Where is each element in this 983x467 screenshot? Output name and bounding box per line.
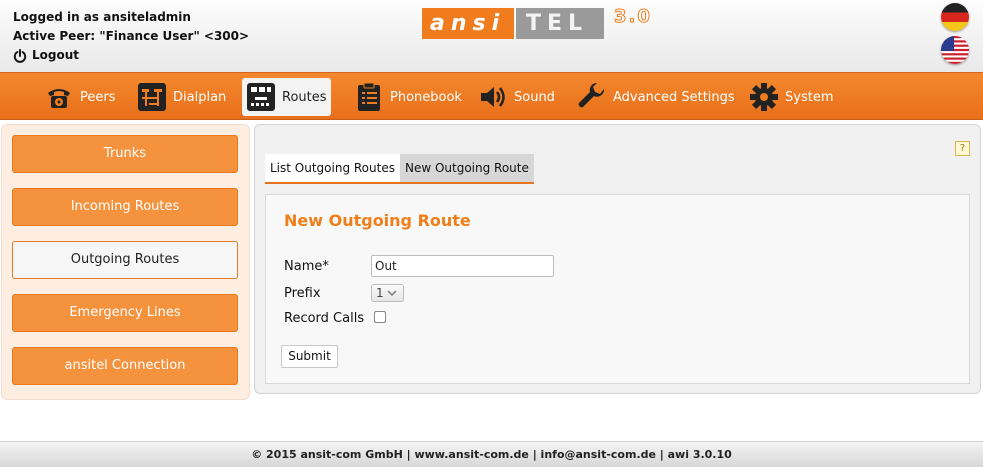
phone-icon [48,89,70,108]
nav-label-routes: Routes [282,89,327,105]
clipboard-icon [358,82,380,111]
form-title: New Outgoing Route [284,211,471,230]
logout-button[interactable]: Logout [13,46,249,65]
sidebar-item-outgoing-routes[interactable]: Outgoing Routes [12,241,238,279]
dialplan-icon [138,83,166,111]
main-panel: ? List Outgoing Routes New Outgoing Rout… [254,124,981,394]
user-info: Logged in as ansiteladmin Active Peer: "… [13,8,249,65]
logout-label: Logout [32,48,80,62]
route-form: New Outgoing Route Name* Prefix 1 Record… [265,194,970,384]
gear-icon [750,83,778,111]
sidebar-item-incoming-routes[interactable]: Incoming Routes [12,188,238,226]
record-calls-checkbox[interactable] [374,311,386,323]
nav-item-peers[interactable]: Peers [40,78,120,116]
tab-new-outgoing-route[interactable]: New Outgoing Route [399,154,534,182]
tab-list-outgoing-routes[interactable]: List Outgoing Routes [265,154,400,182]
logo-ansi: ansi [422,7,514,39]
logged-in-text: Logged in as ansiteladmin [13,10,191,24]
sidebar: Trunks Incoming Routes Outgoing Routes E… [1,124,250,400]
help-icon[interactable]: ? [955,141,970,156]
logo-tel: TEL [516,7,604,39]
nav-label-advanced-settings: Advanced Settings [613,89,735,105]
sidebar-item-emergency-lines[interactable]: Emergency Lines [12,294,238,332]
nav-item-phonebook[interactable]: Phonebook [350,78,466,116]
nav-label-peers: Peers [80,89,116,105]
logo: ansi TEL 3.0 [422,5,652,39]
nav-item-sound[interactable]: Sound [474,78,559,116]
nav-label-dialplan: Dialplan [173,89,227,105]
logo-version: 3.0 [614,5,652,27]
sidebar-item-trunks[interactable]: Trunks [12,135,238,173]
german-flag-icon[interactable] [941,3,969,31]
name-input[interactable] [371,255,554,277]
nav-label-phonebook: Phonebook [390,89,462,105]
name-label: Name* [284,259,329,274]
nav-item-system[interactable]: System [745,78,837,116]
prefix-select[interactable]: 1 [371,284,404,302]
active-peer-text: Active Peer: "Finance User" <300> [13,29,250,43]
wrench-icon [578,82,605,108]
prefix-value: 1 [376,286,384,300]
tab-bar: List Outgoing Routes New Outgoing Route [265,154,534,184]
sidebar-item-ansitel-connection[interactable]: ansitel Connection [12,347,238,385]
prefix-label: Prefix [284,286,321,301]
main-nav: Peers Dialplan Routes Phonebook Sound Ad… [0,72,983,120]
routes-icon [247,83,275,111]
nav-label-sound: Sound [514,89,555,105]
header: Logged in as ansiteladmin Active Peer: "… [0,0,983,72]
speaker-icon [481,87,505,107]
footer: © 2015 ansit-com GmbH | www.ansit-com.de… [0,441,983,467]
chevron-down-icon [387,290,397,297]
nav-item-dialplan[interactable]: Dialplan [133,78,230,116]
nav-label-system: System [785,89,834,105]
nav-item-advanced-settings[interactable]: Advanced Settings [573,78,739,116]
record-calls-label: Record Calls [284,311,365,326]
submit-button[interactable]: Submit [281,345,338,368]
nav-item-routes[interactable]: Routes [242,78,331,116]
power-icon [13,48,27,63]
us-flag-icon[interactable] [941,36,969,64]
